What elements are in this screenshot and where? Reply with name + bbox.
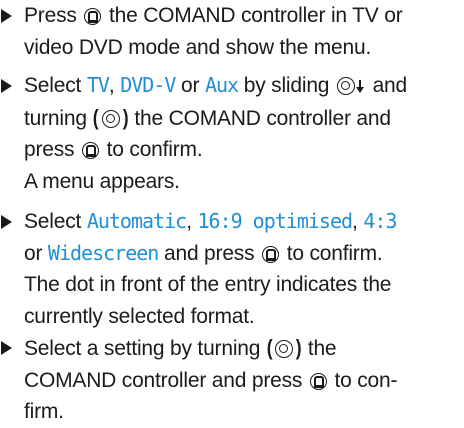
- step-3-line-1: Select Automatic, 16:9 optimised, 4:3: [0, 206, 464, 238]
- step-text: to confirm.: [286, 241, 383, 265]
- step-text: to confirm.: [106, 138, 203, 161]
- term-widescreen: Widescreen: [47, 240, 159, 265]
- step-bullet-icon: [1, 79, 12, 93]
- step-text: or: [24, 241, 43, 265]
- step-text: COMAND controller and press: [24, 368, 303, 392]
- press-controller-icon: [84, 8, 102, 25]
- controller-ring-icon: [336, 77, 355, 95]
- step-1: Press the COMAND controller in TV or vid…: [0, 0, 464, 63]
- term-automatic: Automatic: [86, 209, 187, 233]
- turn-right-icon: ): [295, 335, 302, 360]
- step-text: firm.: [24, 400, 64, 423]
- turn-right-icon: ): [122, 104, 129, 130]
- step-2: Select TV, DVD-V or Aux by sliding and t…: [0, 70, 464, 197]
- step-text: to con-: [334, 368, 398, 392]
- step-text: the COMAND controller in TV or: [108, 4, 403, 27]
- term-16-9-optimised: 16:9 optimised: [197, 209, 353, 233]
- step-3-line-2: or Widescreen and press to confirm.: [0, 238, 464, 270]
- term-aux: Aux: [204, 73, 239, 97]
- step-text: or: [181, 74, 200, 97]
- instruction-page: Press the COMAND controller in TV or vid…: [0, 0, 464, 426]
- turn-controller-icon: [101, 109, 120, 128]
- term-tv: TV: [86, 73, 110, 97]
- step-2-line-1: Select TV, DVD-V or Aux by sliding and: [0, 70, 464, 102]
- turn-controller-icon: [275, 340, 294, 358]
- step-text: currently selected format.: [24, 304, 255, 328]
- result-text: A menu appears.: [24, 169, 180, 193]
- step-text: and: [372, 74, 408, 97]
- step-3-line-3: The dot in front of the entry indicates …: [0, 269, 464, 301]
- step-text: the: [307, 337, 337, 360]
- step-text: the COMAND controller and: [134, 106, 391, 130]
- step-bullet-icon: [1, 341, 12, 355]
- separator: ,: [186, 210, 192, 233]
- step-text: video DVD mode and show the menu.: [24, 35, 372, 59]
- step-text: press: [24, 138, 75, 161]
- term-4-3: 4:3: [363, 209, 397, 233]
- press-controller-icon: [309, 372, 327, 390]
- step-4-line-3: firm.: [0, 396, 464, 428]
- step-bullet-icon: [1, 215, 12, 229]
- step-4-line-1: Select a setting by turning () the: [0, 332, 464, 365]
- step-text: and press: [163, 241, 255, 265]
- step-text: turning: [24, 106, 87, 130]
- press-controller-icon: [82, 142, 99, 159]
- separator: ,: [352, 210, 358, 233]
- turn-left-icon: (: [93, 104, 99, 130]
- step-3-line-4: currently selected format.: [0, 301, 464, 333]
- separator: ,: [108, 74, 115, 97]
- slide-down-icon: [355, 80, 364, 93]
- step-text: Select a setting by turning: [24, 337, 261, 360]
- press-controller-icon: [262, 245, 280, 263]
- step-3: Select Automatic, 16:9 optimised, 4:3 or…: [0, 206, 464, 332]
- step-text: Press: [24, 4, 77, 27]
- turn-left-icon: (: [266, 335, 273, 360]
- step-text: The dot in front of the entry indicates …: [24, 273, 392, 296]
- step-1-line-1: Press the COMAND controller in TV or: [0, 0, 464, 32]
- step-2-line-3: press to confirm.: [0, 134, 464, 166]
- step-1-line-2: video DVD mode and show the menu.: [0, 32, 464, 64]
- step-4-line-2: COMAND controller and press to con-: [0, 365, 464, 397]
- step-text: by sliding: [243, 74, 330, 97]
- step-bullet-icon: [1, 9, 12, 23]
- step-text: Select: [24, 74, 82, 97]
- step-2-result: A menu appears.: [0, 166, 464, 198]
- step-4: Select a setting by turning () the COMAN…: [0, 332, 464, 428]
- term-dvd-v: DVD-V: [120, 73, 176, 97]
- step-text: Select: [24, 210, 82, 233]
- step-2-line-2: turning () the COMAND controller and: [0, 102, 464, 135]
